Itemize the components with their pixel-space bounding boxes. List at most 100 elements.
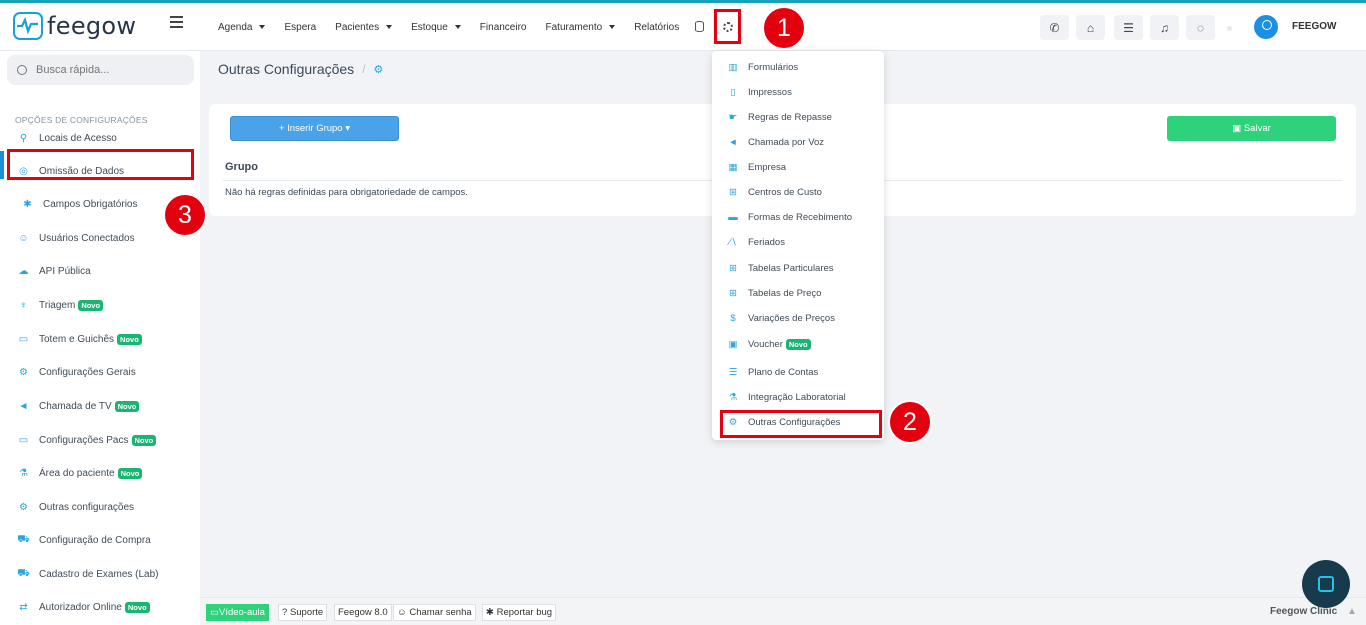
- report-bug-button[interactable]: ✱ Reportar bug: [482, 604, 557, 621]
- sidebar-item-label: API Pública: [39, 265, 91, 277]
- main-nav: Agenda Espera Pacientes Estoque Financeiro Fa…: [218, 3, 698, 51]
- insert-group-button[interactable]: + Inserir Grupo ▾: [230, 116, 399, 141]
- nav-item-label: Pacientes: [335, 21, 380, 33]
- settings-menu-item-2[interactable]: ☛ Regras de Repasse: [712, 107, 884, 127]
- table-icon: ⊞: [729, 287, 737, 299]
- chat-icon[interactable]: ◌: [1186, 15, 1215, 40]
- settings-menu-item-6[interactable]: ▬ Formas de Recebimento: [712, 207, 884, 227]
- road-icon: ∕∖: [729, 236, 737, 248]
- user-icon: ☺: [18, 232, 29, 244]
- search-icon: [17, 65, 27, 75]
- save-button[interactable]: ▣ Salvar: [1167, 116, 1336, 141]
- nav-item-label: Espera: [284, 21, 317, 33]
- plus-icon: +: [278, 123, 288, 134]
- bell-icon[interactable]: ♫: [1150, 15, 1179, 40]
- version-label: Feegow 8.0: [334, 604, 392, 621]
- footer-bar: ▭ Vídeo-aula ? Suporte Feegow 8.0 ☺ Chama…: [200, 597, 1366, 625]
- sidebar-item-5[interactable]: ♆ Triagem Novo: [0, 294, 200, 316]
- nav-item-3[interactable]: Estoque: [411, 22, 461, 33]
- sidebar-item-14[interactable]: ⇄ Autorizador Online Novo: [0, 596, 200, 618]
- annotation-step-3: 3: [163, 193, 207, 237]
- scroll-up-icon[interactable]: ▲: [1347, 606, 1357, 617]
- sidebar-item-11[interactable]: ⚙ Outras configurações: [0, 496, 200, 518]
- exchange-icon: ⇄: [19, 601, 28, 613]
- settings-menu-item-4[interactable]: ▦ Empresa: [712, 157, 884, 177]
- list-indent-icon: ☰: [728, 366, 738, 378]
- sidebar-item-13[interactable]: ⛟ Cadastro de Exames (Lab): [0, 563, 200, 585]
- checklist-icon[interactable]: ☰: [1114, 15, 1143, 40]
- nav-item-1[interactable]: Espera: [284, 22, 316, 33]
- sidebar-item-label: Configurações Gerais: [39, 366, 136, 378]
- sidebar-item-10[interactable]: ⚗ Área do paciente Novo: [0, 462, 200, 484]
- search-input[interactable]: [36, 64, 176, 76]
- stethoscope-icon: ♆: [19, 299, 28, 311]
- settings-menu-item-8[interactable]: ⊞ Tabelas Particulares: [712, 258, 884, 278]
- settings-menu-item-12[interactable]: ☰ Plano de Contas: [712, 362, 884, 382]
- feegow-logo[interactable]: feegow: [13, 12, 136, 40]
- nav-item-label: Estoque: [411, 21, 448, 33]
- sidebar-item-8[interactable]: ◄ Chamada de TV Novo: [0, 395, 200, 417]
- sidebar-item-7[interactable]: ⚙ Configurações Gerais: [0, 361, 200, 383]
- nav-item-5[interactable]: Faturamento: [546, 22, 616, 33]
- sidebar-item-0[interactable]: ⚲ Locais de Acesso: [0, 127, 200, 149]
- phone-icon[interactable]: ✆: [1040, 15, 1069, 40]
- settings-menu-item-label: Variações de Preços: [748, 312, 835, 324]
- new-badge: Novo: [131, 434, 157, 446]
- sidebar-item-label: Configurações Pacs: [39, 434, 129, 446]
- top-header: feegow Agenda Espera Pacientes Estoque Finan…: [0, 3, 1366, 51]
- settings-menu-item-label: Centros de Custo: [748, 186, 822, 198]
- sidebar-item-9[interactable]: ▭ Configurações Pacs Novo: [0, 429, 200, 451]
- new-badge: Novo: [117, 467, 143, 479]
- flask-icon: ⚗: [728, 391, 738, 403]
- cloud-upload-icon: ☁: [18, 265, 29, 277]
- highlight-outras-configuracoes: [720, 410, 882, 438]
- user-avatar[interactable]: [1254, 15, 1278, 39]
- new-badge: Novo: [785, 338, 811, 350]
- settings-menu-item-label: Tabelas Particulares: [748, 262, 834, 274]
- sidebar-item-6[interactable]: ▭ Totem e Guichês Novo: [0, 328, 200, 350]
- settings-menu-item-5[interactable]: ⊞ Centros de Custo: [712, 182, 884, 202]
- settings-menu-item-label: Plano de Contas: [748, 366, 819, 378]
- empty-message: Não há regras definidas para obrigatorie…: [225, 187, 468, 198]
- sidebar-item-label: Totem e Guichês: [39, 333, 115, 345]
- cart-icon: ⛟: [17, 533, 30, 545]
- pulse-icon: [13, 12, 43, 40]
- sidebar-item-4[interactable]: ☁ API Pública: [0, 260, 200, 282]
- settings-menu-item-13[interactable]: ⚗ Integração Laboratorial: [712, 387, 884, 407]
- settings-menu-item-0[interactable]: ▥ Formulários: [712, 57, 884, 77]
- settings-menu-item-11[interactable]: ▣ Voucher Novo: [712, 334, 884, 354]
- nav-item-2[interactable]: Pacientes: [335, 21, 393, 33]
- settings-menu-item-10[interactable]: $ Variações de Preços: [712, 308, 884, 328]
- asterisk-icon: ✱: [23, 198, 32, 210]
- table-icon: ⊞: [729, 262, 737, 274]
- settings-menu-item-7[interactable]: ∕∖ Feriados: [712, 232, 884, 252]
- video-lesson-button[interactable]: ▭ Vídeo-aula: [206, 604, 269, 621]
- settings-sidebar: OPÇÕES DE CONFIGURAÇÕES ⚲ Locais de Acess…: [0, 51, 200, 625]
- megaphone-icon: ◄: [18, 400, 29, 412]
- settings-menu-item-1[interactable]: ▯ Impressos: [712, 82, 884, 102]
- hamburger-menu-icon[interactable]: [170, 16, 183, 31]
- cart-icon: ⛟: [17, 567, 30, 579]
- nav-item-6[interactable]: Relatórios: [634, 22, 679, 33]
- settings-menu-item-label: Formulários: [748, 61, 799, 73]
- settings-menu-item-label: Chamada por Voz: [748, 136, 825, 148]
- quick-search[interactable]: [7, 55, 194, 85]
- nav-item-0[interactable]: Agenda: [218, 22, 266, 33]
- group-column-header: Grupo: [225, 161, 258, 173]
- highlight-campos-obrigatorios: [7, 149, 194, 180]
- support-button[interactable]: ? Suporte: [278, 604, 328, 621]
- user-name[interactable]: FEEGOW: [1292, 21, 1336, 32]
- sidebar-item-label: Configuração de Compra: [39, 534, 151, 546]
- chat-widget-button[interactable]: [1302, 560, 1350, 608]
- database-icon[interactable]: [695, 21, 704, 32]
- sidebar-item-12[interactable]: ⛟ Configuração de Compra: [0, 529, 200, 551]
- settings-gear-button[interactable]: [714, 9, 741, 44]
- hand-money-icon: ☛: [728, 111, 738, 123]
- inbox-icon[interactable]: ⌂: [1076, 15, 1105, 40]
- new-badge: Novo: [117, 333, 142, 345]
- settings-menu-item-9[interactable]: ⊞ Tabelas de Preço: [712, 283, 884, 303]
- caret-down-icon: [259, 25, 266, 29]
- nav-item-4[interactable]: Financeiro: [480, 22, 527, 33]
- call-password-button[interactable]: ☺ Chamar senha: [393, 604, 476, 621]
- settings-menu-item-3[interactable]: ◄ Chamada por Voz: [712, 132, 884, 152]
